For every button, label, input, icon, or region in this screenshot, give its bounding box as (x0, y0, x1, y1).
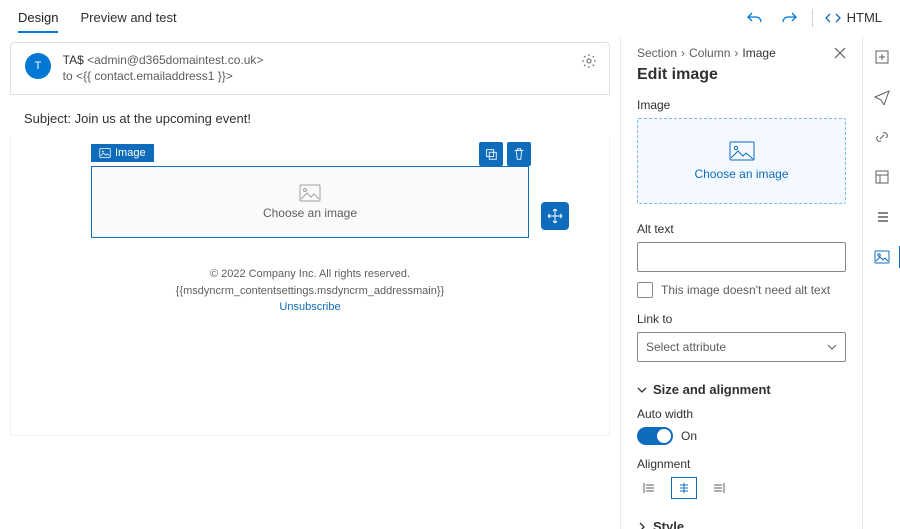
image-properties-icon[interactable] (869, 244, 895, 270)
toolbar-right: HTML (744, 7, 882, 29)
image-field-label: Image (637, 98, 846, 112)
auto-width-toggle[interactable] (637, 427, 673, 445)
alignment-label: Alignment (637, 457, 846, 471)
link-icon[interactable] (869, 124, 895, 150)
footer-token: {{msdyncrm_contentsettings.msdyncrm_addr… (91, 283, 529, 300)
redo-icon[interactable] (778, 7, 800, 29)
breadcrumb: Section › Column › Image (637, 46, 846, 60)
to-label: to (63, 69, 73, 83)
crumb-section[interactable]: Section (637, 46, 677, 60)
auto-width-label: Auto width (637, 407, 846, 421)
avatar: T (25, 53, 51, 79)
subject-value: Join us at the upcoming event! (75, 111, 251, 126)
move-handle[interactable] (541, 202, 569, 230)
from-name: TA$ (63, 53, 84, 67)
from-address: <admin@d365domaintest.co.uk> (87, 53, 263, 67)
chevron-down-icon (637, 385, 647, 395)
code-icon (825, 10, 841, 26)
tab-preview[interactable]: Preview and test (80, 2, 176, 33)
unsubscribe-link[interactable]: Unsubscribe (279, 301, 340, 313)
workspace: T TA$ <admin@d365domaintest.co.uk> to <{… (0, 36, 900, 529)
alt-text-input[interactable] (637, 242, 846, 272)
right-rail (862, 36, 900, 529)
align-left-button[interactable] (637, 477, 663, 499)
canvas-column: T TA$ <admin@d365domaintest.co.uk> to <{… (0, 36, 620, 529)
gear-icon[interactable] (581, 53, 597, 69)
size-alignment-label: Size and alignment (653, 382, 771, 397)
duplicate-button[interactable] (479, 142, 503, 166)
toolbar-divider (812, 9, 813, 27)
crumb-column[interactable]: Column (689, 46, 730, 60)
image-block[interactable]: Image Choose an imag (91, 166, 529, 238)
style-section[interactable]: Style (637, 519, 846, 529)
tab-design[interactable]: Design (18, 2, 58, 33)
auto-width-state: On (681, 429, 697, 443)
link-to-label: Link to (637, 312, 846, 326)
block-tag-label: Image (115, 147, 146, 159)
style-section-label: Style (653, 519, 684, 529)
email-header: T TA$ <admin@d365domaintest.co.uk> to <{… (10, 42, 610, 95)
subject-label: Subject: (24, 111, 71, 126)
to-value: <{{ contact.emailaddress1 }}> (76, 69, 233, 83)
image-picker[interactable]: Choose an image (637, 118, 846, 204)
chevron-right-icon: › (681, 46, 685, 60)
delete-button[interactable] (507, 142, 531, 166)
add-element-icon[interactable] (869, 44, 895, 70)
image-picker-label: Choose an image (694, 167, 788, 181)
html-toggle-button[interactable]: HTML (825, 10, 882, 26)
undo-icon[interactable] (744, 7, 766, 29)
chevron-down-icon (827, 342, 837, 352)
html-label: HTML (847, 10, 882, 25)
alt-not-needed-checkbox[interactable] (637, 282, 653, 298)
email-body[interactable]: Image Choose an imag (10, 136, 610, 436)
list-icon[interactable] (869, 204, 895, 230)
alt-text-label: Alt text (637, 222, 846, 236)
size-alignment-section[interactable]: Size and alignment (637, 382, 846, 397)
image-icon (729, 141, 755, 161)
block-tag: Image (91, 144, 154, 162)
align-right-button[interactable] (705, 477, 731, 499)
crumb-image: Image (742, 46, 775, 60)
link-to-select[interactable]: Select attribute (637, 332, 846, 362)
panel-title: Edit image (637, 66, 846, 84)
link-to-placeholder: Select attribute (646, 340, 726, 354)
chevron-right-icon (637, 522, 647, 529)
image-icon (299, 184, 321, 202)
email-footer: © 2022 Company Inc. All rights reserved.… (91, 266, 529, 316)
block-controls (479, 142, 531, 166)
top-tabbar: Design Preview and test HTML (0, 0, 900, 36)
align-center-button[interactable] (671, 477, 697, 499)
edit-image-panel: Section › Column › Image Edit image Imag… (620, 36, 862, 529)
image-dropzone[interactable]: Choose an image (91, 166, 529, 238)
send-icon[interactable] (869, 84, 895, 110)
dropzone-label: Choose an image (263, 206, 357, 220)
footer-copyright: © 2022 Company Inc. All rights reserved. (91, 266, 529, 283)
email-meta: TA$ <admin@d365domaintest.co.uk> to <{{ … (63, 53, 264, 84)
layout-icon[interactable] (869, 164, 895, 190)
alt-checkbox-label: This image doesn't need alt text (661, 283, 830, 297)
subject-row: Subject: Join us at the upcoming event! (10, 103, 610, 136)
close-icon[interactable] (834, 47, 846, 59)
tabs: Design Preview and test (18, 2, 177, 33)
alignment-buttons (637, 477, 846, 499)
chevron-right-icon: › (734, 46, 738, 60)
